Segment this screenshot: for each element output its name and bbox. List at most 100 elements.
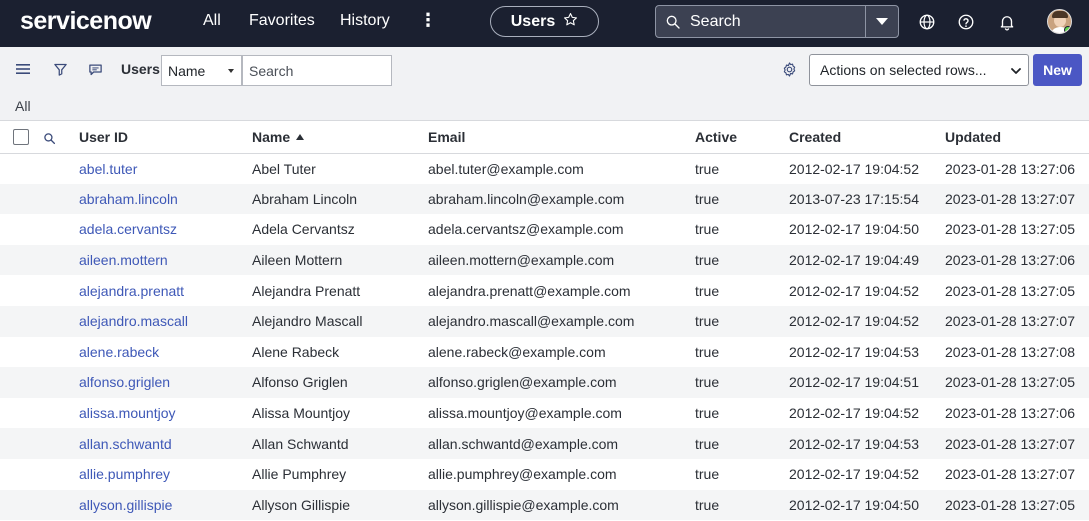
help-icon[interactable]: [956, 12, 976, 32]
search-scope-chevron-down-icon[interactable]: [865, 6, 898, 37]
servicenow-logo[interactable]: servicenow: [20, 7, 152, 36]
nav-history-menu[interactable]: History: [340, 12, 390, 30]
name-cell: Allie Pumphrey: [252, 466, 347, 483]
chevron-down-icon: [228, 69, 234, 73]
active-cell: true: [695, 496, 720, 513]
updated-cell: 2023-01-28 13:27:05: [945, 282, 1075, 299]
column-header-email[interactable]: Email: [428, 121, 695, 153]
global-search[interactable]: Search: [655, 5, 899, 38]
table-row[interactable]: adela.cervantsz Adela Cervantsz adela.cerv…: [0, 214, 1089, 245]
updated-cell: 2023-01-28 13:27:07: [945, 190, 1075, 207]
email-cell: aileen.mottern@example.com: [428, 252, 615, 269]
user-id-link[interactable]: alfonso.griglen: [79, 367, 252, 398]
row-spacer-cell: [34, 459, 79, 490]
column-header-label: User ID: [79, 128, 129, 145]
column-header-label: Created: [789, 128, 842, 145]
column-header-active[interactable]: Active: [695, 121, 789, 153]
name-cell: Abraham Lincoln: [252, 190, 358, 207]
row-select-cell: [0, 214, 34, 245]
search-icon[interactable]: [43, 132, 56, 145]
search-field-value: Name: [168, 62, 206, 79]
created-cell: 2013-07-23 17:15:54: [789, 190, 919, 207]
column-header-user-id[interactable]: User ID: [79, 121, 252, 153]
list-search-input[interactable]: [242, 55, 392, 86]
updated-cell: 2023-01-28 13:27:05: [945, 496, 1075, 513]
gear-icon[interactable]: [780, 60, 798, 78]
email-cell: alene.rabeck@example.com: [428, 343, 606, 360]
email-cell: allie.pumphrey@example.com: [428, 466, 617, 483]
list-title: Users: [121, 61, 160, 77]
user-id-link[interactable]: alejandra.prenatt: [79, 275, 252, 306]
more-vertical-icon[interactable]: ⋮: [419, 10, 437, 31]
select-all-checkbox[interactable]: [13, 129, 29, 146]
global-search-label: Search: [690, 12, 741, 30]
row-select-cell: [0, 153, 34, 184]
table-row[interactable]: alejandro.mascall Alejandro Mascall alejan…: [0, 305, 1089, 337]
name-cell: Aileen Mottern: [252, 252, 343, 269]
user-id-link[interactable]: alissa.mountjoy: [79, 398, 252, 429]
user-id-link[interactable]: aileen.mottern: [79, 245, 252, 276]
table-row[interactable]: allan.schwantd Allan Schwantd allan.schwan…: [0, 428, 1089, 459]
user-id-link[interactable]: allie.pumphrey: [79, 459, 252, 490]
nav-favorites-menu[interactable]: Favorites: [249, 12, 315, 30]
name-cell: Allan Schwantd: [252, 435, 349, 452]
email-cell: adela.cervantsz@example.com: [428, 221, 624, 238]
column-header-label: Updated: [945, 128, 1001, 145]
name-cell: Adela Cervantsz: [252, 221, 355, 238]
table-row[interactable]: alejandra.prenatt Alejandra Prenatt alejan…: [0, 275, 1089, 306]
name-cell: Alissa Mountjoy: [252, 405, 351, 422]
breadcrumb-all[interactable]: All: [15, 98, 31, 114]
table-row[interactable]: allie.pumphrey Allie Pumphrey allie.pumphr…: [0, 459, 1089, 490]
row-spacer-cell: [34, 153, 79, 184]
updated-cell: 2023-01-28 13:27:06: [945, 405, 1075, 422]
star-icon[interactable]: [563, 12, 578, 32]
table-row[interactable]: aileen.mottern Aileen Mottern aileen.motte…: [0, 244, 1089, 276]
bell-icon[interactable]: [997, 12, 1017, 32]
active-cell: true: [695, 405, 720, 422]
active-cell: true: [695, 374, 720, 391]
created-cell: 2012-02-17 19:04:52: [789, 466, 919, 483]
created-cell: 2012-02-17 19:04:50: [789, 221, 919, 238]
user-id-link[interactable]: alejandro.mascall: [79, 306, 252, 337]
row-select-cell: [0, 245, 34, 276]
table-row[interactable]: alene.rabeck Alene Rabeck alene.rabeck@exa…: [0, 337, 1089, 368]
column-header-updated[interactable]: Updated: [945, 121, 1089, 153]
row-select-cell: [0, 184, 34, 215]
table-row[interactable]: alfonso.griglen Alfonso Griglen alfonso.gr…: [0, 367, 1089, 398]
filter-icon[interactable]: [51, 60, 69, 78]
context-title-pill[interactable]: Users: [490, 6, 599, 37]
column-header-created[interactable]: Created: [789, 121, 945, 153]
active-cell: true: [695, 343, 720, 360]
user-id-link[interactable]: abraham.lincoln: [79, 184, 252, 215]
search-field-select[interactable]: Name: [161, 55, 242, 86]
row-select-cell: [0, 275, 34, 306]
column-header-name[interactable]: Name: [252, 121, 428, 153]
active-cell: true: [695, 435, 720, 452]
updated-cell: 2023-01-28 13:27:07: [945, 435, 1075, 452]
table-row[interactable]: allyson.gillispie Allyson Gillispie allyso…: [0, 489, 1089, 521]
user-id-link[interactable]: alene.rabeck: [79, 337, 252, 368]
table-row[interactable]: alissa.mountjoy Alissa Mountjoy alissa.mou…: [0, 398, 1089, 429]
table-row[interactable]: abel.tuter Abel Tuter abel.tuter@example.c…: [0, 153, 1089, 184]
row-spacer-cell: [34, 245, 79, 276]
email-cell: alejandro.mascall@example.com: [428, 313, 635, 330]
user-avatar[interactable]: [1047, 9, 1072, 34]
row-select-cell: [0, 337, 34, 368]
name-cell: Alfonso Griglen: [252, 374, 348, 391]
name-cell: Alejandra Prenatt: [252, 282, 361, 299]
user-id-link[interactable]: abel.tuter: [79, 153, 252, 184]
updated-cell: 2023-01-28 13:27:06: [945, 252, 1075, 269]
hamburger-icon[interactable]: [14, 60, 32, 78]
updated-cell: 2023-01-28 13:27:05: [945, 374, 1075, 391]
chat-icon[interactable]: [86, 60, 104, 78]
user-id-link[interactable]: allyson.gillispie: [79, 490, 252, 521]
user-id-link[interactable]: adela.cervantsz: [79, 214, 252, 245]
table-row[interactable]: abraham.lincoln Abraham Lincoln abraham.li…: [0, 183, 1089, 215]
globe-icon[interactable]: [917, 12, 937, 32]
new-record-button[interactable]: New: [1033, 54, 1082, 86]
row-spacer-cell: [34, 367, 79, 398]
actions-on-selected-rows-select[interactable]: Actions on selected rows...: [809, 54, 1029, 86]
row-spacer-cell: [34, 214, 79, 245]
user-id-link[interactable]: allan.schwantd: [79, 428, 252, 459]
nav-all-menu[interactable]: All: [203, 12, 221, 30]
